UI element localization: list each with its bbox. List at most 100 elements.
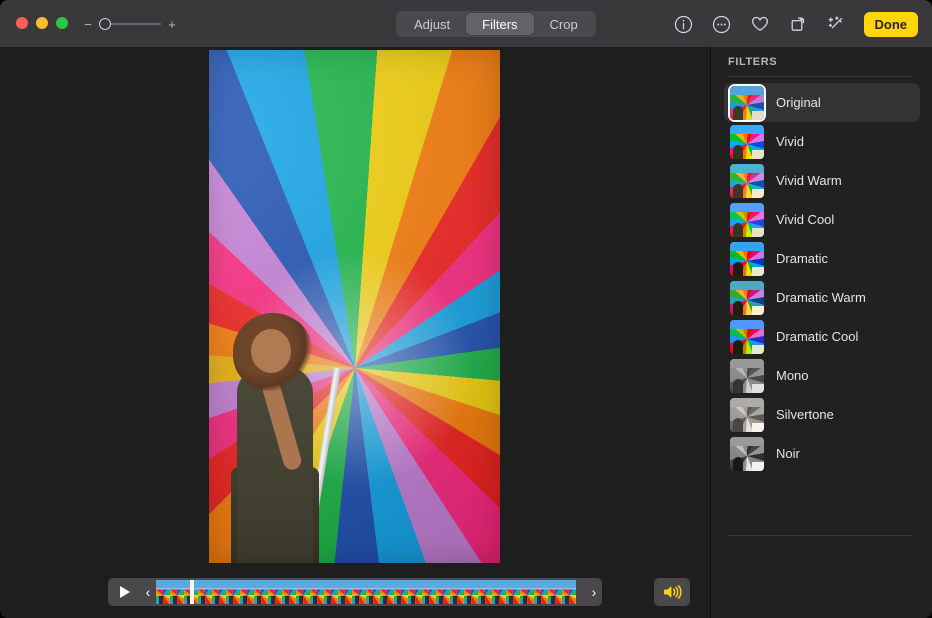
filmstrip-frame xyxy=(548,580,562,604)
filter-thumbnail-image xyxy=(730,436,764,471)
photos-editor-window: − + Adjust Filters Crop Done FILTERS Ori… xyxy=(0,0,932,618)
tab-adjust[interactable]: Adjust xyxy=(398,13,466,35)
photo-preview[interactable] xyxy=(209,50,500,563)
filmstrip-frame xyxy=(366,580,380,604)
filter-item-label: Silvertone xyxy=(776,407,834,422)
filters-sidebar: FILTERS Original Vivid Vivid Warm Vivid Coo… xyxy=(711,47,932,618)
editor-content: FILTERS Original Vivid Vivid Warm Vivid Coo… xyxy=(0,47,932,618)
filter-item-dramatic-warm[interactable]: Dramatic Warm xyxy=(724,278,920,317)
zoom-slider-track[interactable] xyxy=(99,14,161,34)
filter-item-label: Vivid Cool xyxy=(776,212,835,227)
tab-filters[interactable]: Filters xyxy=(466,13,534,35)
filter-thumbnail-image xyxy=(730,358,764,393)
magic-wand-icon[interactable] xyxy=(824,12,848,36)
filmstrip-frame xyxy=(338,580,352,604)
zoom-in-icon[interactable]: + xyxy=(168,18,176,31)
filter-thumbnail-image xyxy=(730,85,764,120)
filter-thumbnail xyxy=(730,124,764,159)
filters-list: Original Vivid Vivid Warm Vivid Cool Dramati… xyxy=(724,83,920,473)
filter-item-vivid-warm[interactable]: Vivid Warm xyxy=(724,161,920,200)
filter-item-label: Dramatic xyxy=(776,251,829,266)
tab-crop[interactable]: Crop xyxy=(534,13,594,35)
filters-footer-divider xyxy=(728,535,912,536)
trim-end-handle[interactable]: › xyxy=(586,578,602,606)
filmstrip-frame xyxy=(226,580,240,604)
trim-start-handle[interactable]: ‹ xyxy=(140,578,156,606)
filmstrip-frame xyxy=(408,580,422,604)
filmstrip-frame xyxy=(324,580,338,604)
window-controls xyxy=(16,17,68,29)
filmstrip-frame xyxy=(464,580,478,604)
filters-header-divider xyxy=(728,76,912,77)
filmstrip-frame xyxy=(436,580,450,604)
filter-item-label: Original xyxy=(776,95,821,110)
filter-item-label: Vivid Warm xyxy=(776,173,842,188)
filter-thumbnail-image xyxy=(730,319,764,354)
filter-thumbnail-image xyxy=(730,124,764,159)
filmstrip-frame xyxy=(282,580,296,604)
filters-panel-title: FILTERS xyxy=(728,56,778,68)
edit-mode-segmented-control[interactable]: Adjust Filters Crop xyxy=(396,11,596,37)
filter-thumbnail-image xyxy=(730,397,764,432)
filter-item-dramatic-cool[interactable]: Dramatic Cool xyxy=(724,317,920,356)
done-button[interactable]: Done xyxy=(863,11,918,37)
filmstrip-frame xyxy=(562,580,576,604)
play-icon xyxy=(120,586,130,598)
filter-item-original[interactable]: Original xyxy=(724,83,920,122)
minimize-button[interactable] xyxy=(36,17,48,29)
filter-thumbnail-image xyxy=(730,241,764,276)
filmstrip-frame xyxy=(450,580,464,604)
filter-thumbnail xyxy=(730,163,764,198)
heart-icon[interactable] xyxy=(748,12,772,36)
photo-person xyxy=(221,301,333,563)
titlebar: − + Adjust Filters Crop Done xyxy=(0,0,932,47)
filter-thumbnail xyxy=(730,202,764,237)
filmstrip-frame xyxy=(296,580,310,604)
filmstrip[interactable] xyxy=(156,579,586,605)
filmstrip-frame xyxy=(212,580,226,604)
filter-thumbnail xyxy=(730,241,764,276)
filter-item-silvertone[interactable]: Silvertone xyxy=(724,395,920,434)
filter-item-noir[interactable]: Noir xyxy=(724,434,920,473)
zoom-slider-knob[interactable] xyxy=(99,18,111,30)
filmstrip-frame xyxy=(422,580,436,604)
maximize-button[interactable] xyxy=(56,17,68,29)
filter-item-mono[interactable]: Mono xyxy=(724,356,920,395)
info-icon[interactable] xyxy=(672,12,696,36)
filter-thumbnail xyxy=(730,397,764,432)
filter-item-label: Dramatic Warm xyxy=(776,290,866,305)
play-button[interactable] xyxy=(108,578,140,606)
rotate-icon[interactable] xyxy=(786,12,810,36)
photo-person-head xyxy=(251,329,291,373)
filmstrip-frame xyxy=(310,580,324,604)
filter-item-vivid[interactable]: Vivid xyxy=(724,122,920,161)
playhead[interactable] xyxy=(190,580,194,604)
filter-item-label: Mono xyxy=(776,368,809,383)
volume-button[interactable] xyxy=(654,578,690,606)
filter-thumbnail-image xyxy=(730,163,764,198)
filmstrip-frame xyxy=(492,580,506,604)
filmstrip-frame xyxy=(198,580,212,604)
filter-item-label: Dramatic Cool xyxy=(776,329,859,344)
filmstrip-frame xyxy=(254,580,268,604)
filter-thumbnail xyxy=(730,436,764,471)
zoom-slider-control[interactable]: − + xyxy=(84,14,176,34)
toolbar-actions: Done xyxy=(672,10,918,38)
filmstrip-frame xyxy=(170,580,184,604)
filmstrip-frame xyxy=(534,580,548,604)
filter-thumbnail xyxy=(730,319,764,354)
close-button[interactable] xyxy=(16,17,28,29)
photo-canvas xyxy=(0,47,710,567)
filter-item-vivid-cool[interactable]: Vivid Cool xyxy=(724,200,920,239)
filmstrip-frame xyxy=(520,580,534,604)
filter-thumbnail xyxy=(730,358,764,393)
zoom-out-icon[interactable]: − xyxy=(84,18,92,31)
more-options-icon[interactable] xyxy=(710,12,734,36)
filter-item-label: Vivid xyxy=(776,134,804,149)
filter-item-dramatic[interactable]: Dramatic xyxy=(724,239,920,278)
video-trimmer[interactable]: ‹ › xyxy=(140,578,602,606)
filmstrip-frame xyxy=(156,580,170,604)
filmstrip-frame xyxy=(394,580,408,604)
filmstrip-frame xyxy=(506,580,520,604)
filmstrip-frame xyxy=(352,580,366,604)
